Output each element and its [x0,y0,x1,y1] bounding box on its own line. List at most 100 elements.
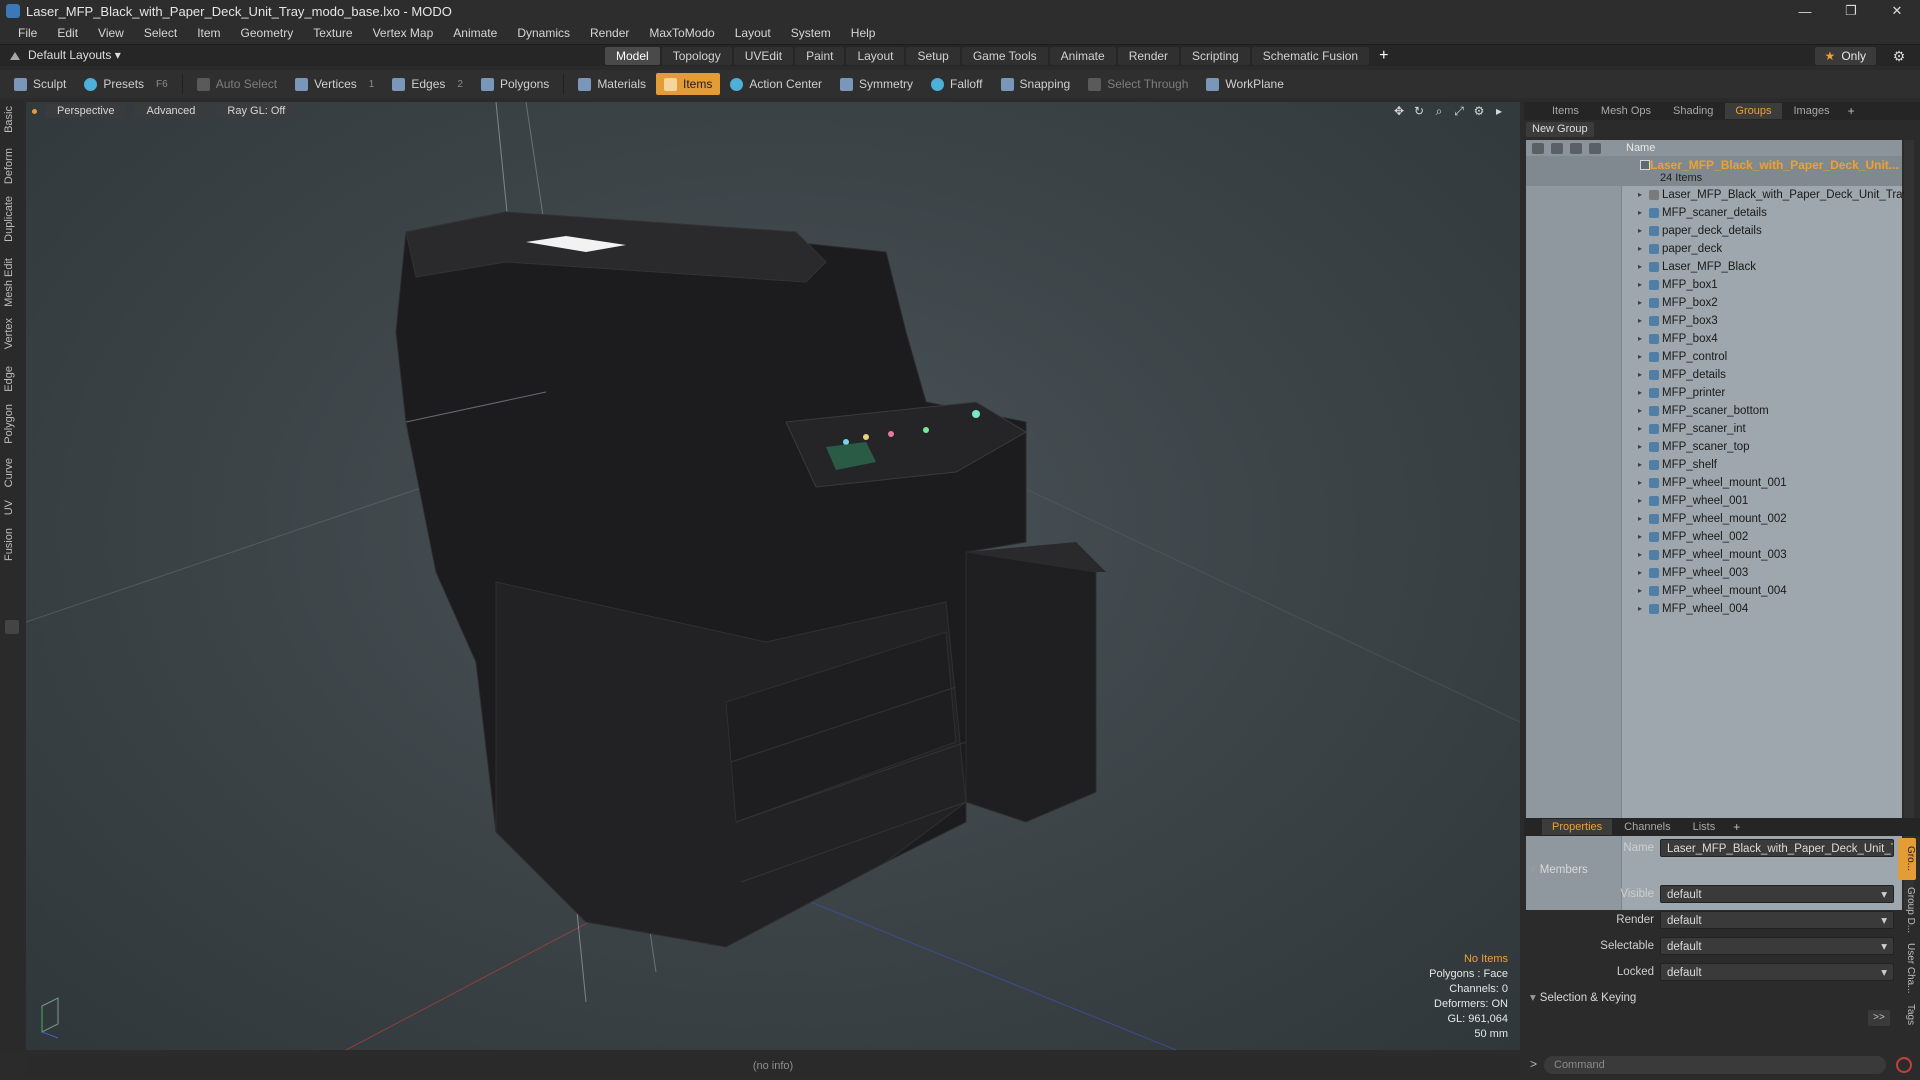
tab-scripting[interactable]: Scripting [1181,47,1250,65]
list-item[interactable]: ▸ MFP_control [1526,348,1902,366]
snapping-button[interactable]: Snapping [993,73,1079,95]
list-item[interactable]: ▸ MFP_wheel_mount_003 [1526,546,1902,564]
members-section[interactable]: ▾ Members [1530,862,1588,876]
vtab-group-display[interactable]: Group D... [1898,884,1916,936]
gear-icon[interactable]: ⚙ [1890,47,1908,65]
sculpt-button[interactable]: Sculpt [6,73,74,95]
menu-animate[interactable]: Animate [443,26,507,40]
groups-scrollbar[interactable] [1904,140,1914,910]
close-button[interactable]: ✕ [1874,0,1920,22]
tab-groups[interactable]: Groups [1725,103,1782,119]
vtab-edge[interactable]: Edge [3,366,21,392]
minimize-button[interactable]: — [1782,0,1828,22]
select-through-button[interactable]: Select Through [1080,73,1196,95]
zoom-icon[interactable]: ⌕ [1432,104,1446,118]
auto-select-button[interactable]: Auto Select [189,73,285,95]
tab-render[interactable]: Render [1117,47,1180,65]
tab-mesh-ops[interactable]: Mesh Ops [1591,103,1661,119]
fit-view-icon[interactable]: ⤢ [1452,104,1466,118]
pan-icon[interactable]: ✥ [1392,104,1406,118]
expand-more-button[interactable]: >> [1868,1010,1890,1026]
lock-column-icon[interactable] [1589,142,1601,154]
menu-layout[interactable]: Layout [725,26,781,40]
list-item[interactable]: ▸ MFP_scaner_int [1526,420,1902,438]
tab-model[interactable]: Model [605,47,660,65]
command-input[interactable]: Command [1544,1056,1886,1074]
visibility-column-icon[interactable] [1532,142,1544,154]
tab-lists[interactable]: Lists [1683,819,1726,835]
expand-icon[interactable]: ▸ [1638,190,1642,199]
visible-dropdown[interactable]: default [1660,885,1894,903]
menu-dynamics[interactable]: Dynamics [507,26,580,40]
default-layouts-dropdown[interactable]: Default Layouts ▾ [28,48,121,62]
locked-dropdown[interactable]: default [1660,963,1894,981]
vtab-tags[interactable]: Tags [1898,1000,1916,1030]
list-item[interactable]: ▸ MFP_wheel_mount_001 [1526,474,1902,492]
list-item[interactable]: ▸ MFP_wheel_002 [1526,528,1902,546]
new-group-button[interactable]: New Group [1526,122,1594,137]
list-item[interactable]: ▸ MFP_box3 [1526,312,1902,330]
add-tab-button[interactable]: + [1371,47,1396,65]
command-history-icon[interactable] [1896,1057,1912,1073]
vtab-mesh-edit[interactable]: Mesh Edit [3,258,21,307]
list-item[interactable]: ▸ MFP_wheel_mount_004 [1526,582,1902,600]
tab-game-tools[interactable]: Game Tools [961,47,1048,65]
tab-items[interactable]: Items [1542,103,1589,119]
shading-advanced-dropdown[interactable]: Advanced [134,104,208,118]
list-item[interactable]: ▸ MFP_wheel_mount_002 [1526,510,1902,528]
render-dropdown[interactable]: default [1660,911,1894,929]
viewport-settings-icon[interactable]: ⚙ [1472,104,1486,118]
viewport-expand-icon[interactable]: ▸ [1492,104,1506,118]
list-item[interactable]: ▸ MFP_box4 [1526,330,1902,348]
select-column-icon[interactable] [1570,142,1582,154]
vtab-uv[interactable]: UV [3,500,21,515]
menu-render[interactable]: Render [580,26,639,40]
list-item[interactable]: ▸ MFP_box1 [1526,276,1902,294]
vertices-button[interactable]: Vertices 1 [287,73,382,95]
items-button[interactable]: Items [656,73,721,95]
vtab-group[interactable]: Gro... [1898,838,1916,880]
menu-maxtomodo[interactable]: MaxToModo [639,26,724,40]
list-item[interactable]: ▸ paper_deck_details [1526,222,1902,240]
name-column-header[interactable]: Name [1624,142,1655,154]
list-item[interactable]: ▸ Laser_MFP_Black_with_Paper_Deck_Unit_Tr… [1526,186,1908,204]
menu-item[interactable]: Item [187,26,230,40]
vtab-vertex[interactable]: Vertex [3,318,21,349]
symmetry-button[interactable]: Symmetry [832,73,921,95]
viewport-menu-icon[interactable] [32,108,37,114]
list-item[interactable]: ▸ MFP_scaner_bottom [1526,402,1902,420]
materials-button[interactable]: Materials [570,73,654,95]
selection-keying-section[interactable]: ▾ Selection & Keying [1530,990,1636,1004]
rotate-icon[interactable]: ↻ [1412,104,1426,118]
list-item[interactable]: ▸ MFP_printer [1526,384,1902,402]
falloff-button[interactable]: Falloff [923,73,990,95]
vtab-deform[interactable]: Deform [3,148,21,184]
add-properties-tab-button[interactable]: + [1727,820,1746,834]
only-toggle[interactable]: ★ Only [1814,47,1876,65]
menu-edit[interactable]: Edit [47,26,88,40]
list-item[interactable]: ▸ MFP_details [1526,366,1902,384]
render-column-icon[interactable] [1551,142,1563,154]
selectable-dropdown[interactable]: default [1660,937,1894,955]
layout-up-icon[interactable] [10,50,20,60]
group-name-field[interactable]: Laser_MFP_Black_with_Paper_Deck_Unit_Tra [1660,839,1894,857]
list-item[interactable]: ▸ MFP_wheel_003 [1526,564,1902,582]
edges-button[interactable]: Edges 2 [384,73,471,95]
list-item[interactable]: ▸ MFP_box2 [1526,294,1902,312]
maximize-button[interactable]: ❐ [1828,0,1874,22]
menu-help[interactable]: Help [841,26,886,40]
tab-schematic-fusion[interactable]: Schematic Fusion [1251,47,1370,65]
add-panel-tab-button[interactable]: + [1842,104,1861,118]
polygons-button[interactable]: Polygons [473,73,557,95]
toolbox-collapse-button[interactable] [5,620,19,634]
list-item[interactable]: ▸ MFP_wheel_001 [1526,492,1902,510]
3d-viewport[interactable]: Perspective Advanced Ray GL: Off ✥ ↻ ⌕ ⤢… [26,102,1520,1050]
workplane-button[interactable]: WorkPlane [1198,73,1291,95]
tab-paint[interactable]: Paint [795,47,845,65]
tab-animate[interactable]: Animate [1049,47,1116,65]
vtab-curve[interactable]: Curve [3,458,21,487]
action-center-button[interactable]: Action Center [722,73,830,95]
menu-system[interactable]: System [781,26,841,40]
tab-channels[interactable]: Channels [1614,819,1680,835]
menu-view[interactable]: View [88,26,134,40]
